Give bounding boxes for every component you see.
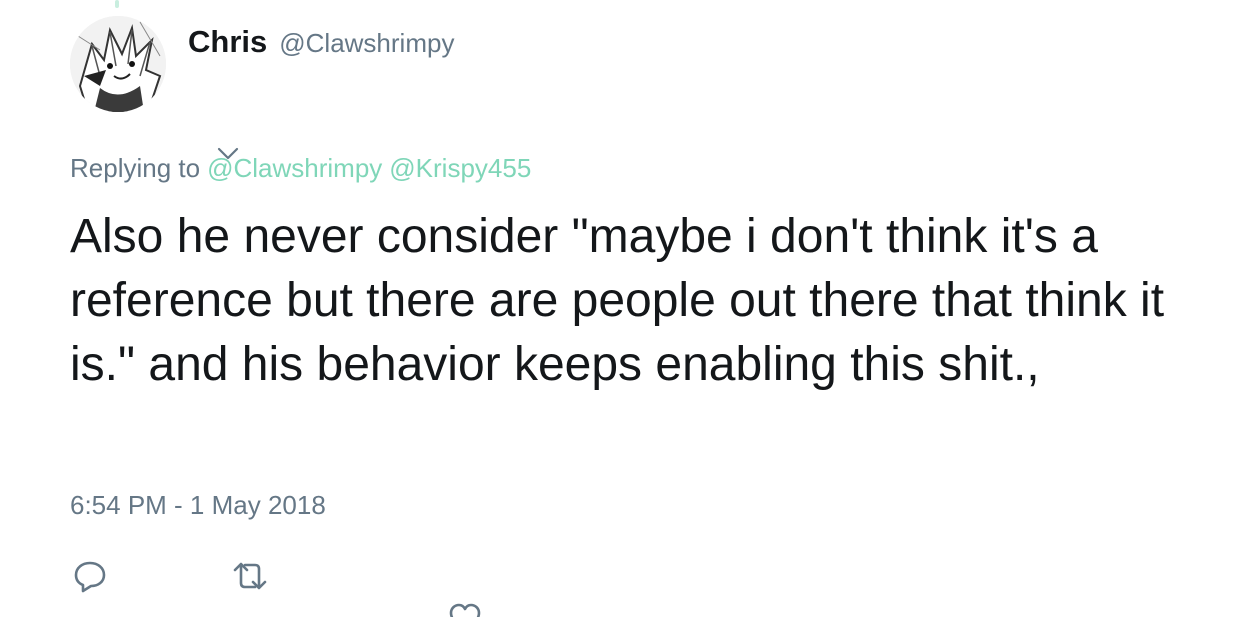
tweet-author: Chris @Clawshrimpy xyxy=(188,24,454,60)
tweet-actions xyxy=(70,556,270,596)
replying-to: Replying to @Clawshrimpy @Krispy455 xyxy=(70,147,531,184)
replying-to-label: Replying to xyxy=(70,153,201,183)
mention-link[interactable]: @Krispy455 xyxy=(389,153,531,183)
retweet-button[interactable] xyxy=(230,556,270,596)
tweet-timestamp[interactable]: 6:54 PM - 1 May 2018 xyxy=(70,490,326,521)
reply-icon xyxy=(74,561,106,593)
thread-line xyxy=(115,0,119,8)
anime-avatar-icon xyxy=(70,16,166,112)
avatar[interactable] xyxy=(70,16,166,112)
author-handle[interactable]: @Clawshrimpy xyxy=(279,28,454,59)
mention-link[interactable]: @Clawshrimpy xyxy=(207,147,382,183)
retweet-icon xyxy=(233,562,267,590)
chevron-down-icon xyxy=(217,147,239,160)
tweet-text: Also he never consider "maybe i don't th… xyxy=(70,210,1165,391)
reply-button[interactable] xyxy=(70,556,110,596)
display-name[interactable]: Chris xyxy=(188,24,267,60)
